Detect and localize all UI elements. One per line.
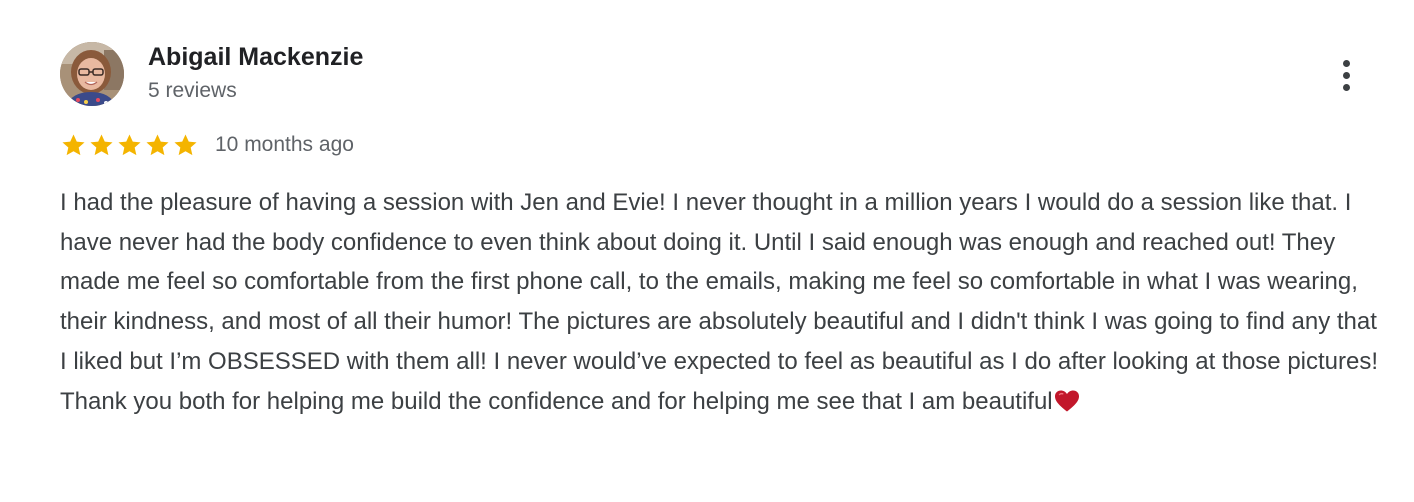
author-name[interactable]: Abigail Mackenzie <box>148 42 363 72</box>
author-avatar[interactable] <box>60 42 124 106</box>
red-heart-icon <box>1054 389 1080 413</box>
star-icon <box>88 132 115 159</box>
star-icon <box>116 132 143 159</box>
more-options-button[interactable] <box>1326 54 1366 96</box>
review-text: I had the pleasure of having a session w… <box>60 183 1380 421</box>
star-rating <box>60 132 199 159</box>
more-vert-icon-dot <box>1342 83 1350 91</box>
more-vert-icon-dot <box>1342 71 1350 79</box>
author-review-count[interactable]: 5 reviews <box>148 78 237 104</box>
review-date: 10 months ago <box>215 133 354 156</box>
review-card: Abigail Mackenzie 5 reviews 10 months ag… <box>0 0 1414 502</box>
avatar-photo-icon <box>60 42 124 106</box>
more-vert-icon <box>1342 59 1350 67</box>
review-body: I had the pleasure of having a session w… <box>60 189 1379 415</box>
star-icon <box>172 132 199 159</box>
star-icon <box>60 132 87 159</box>
star-icon <box>144 132 171 159</box>
rating-row: 10 months ago <box>60 131 354 159</box>
